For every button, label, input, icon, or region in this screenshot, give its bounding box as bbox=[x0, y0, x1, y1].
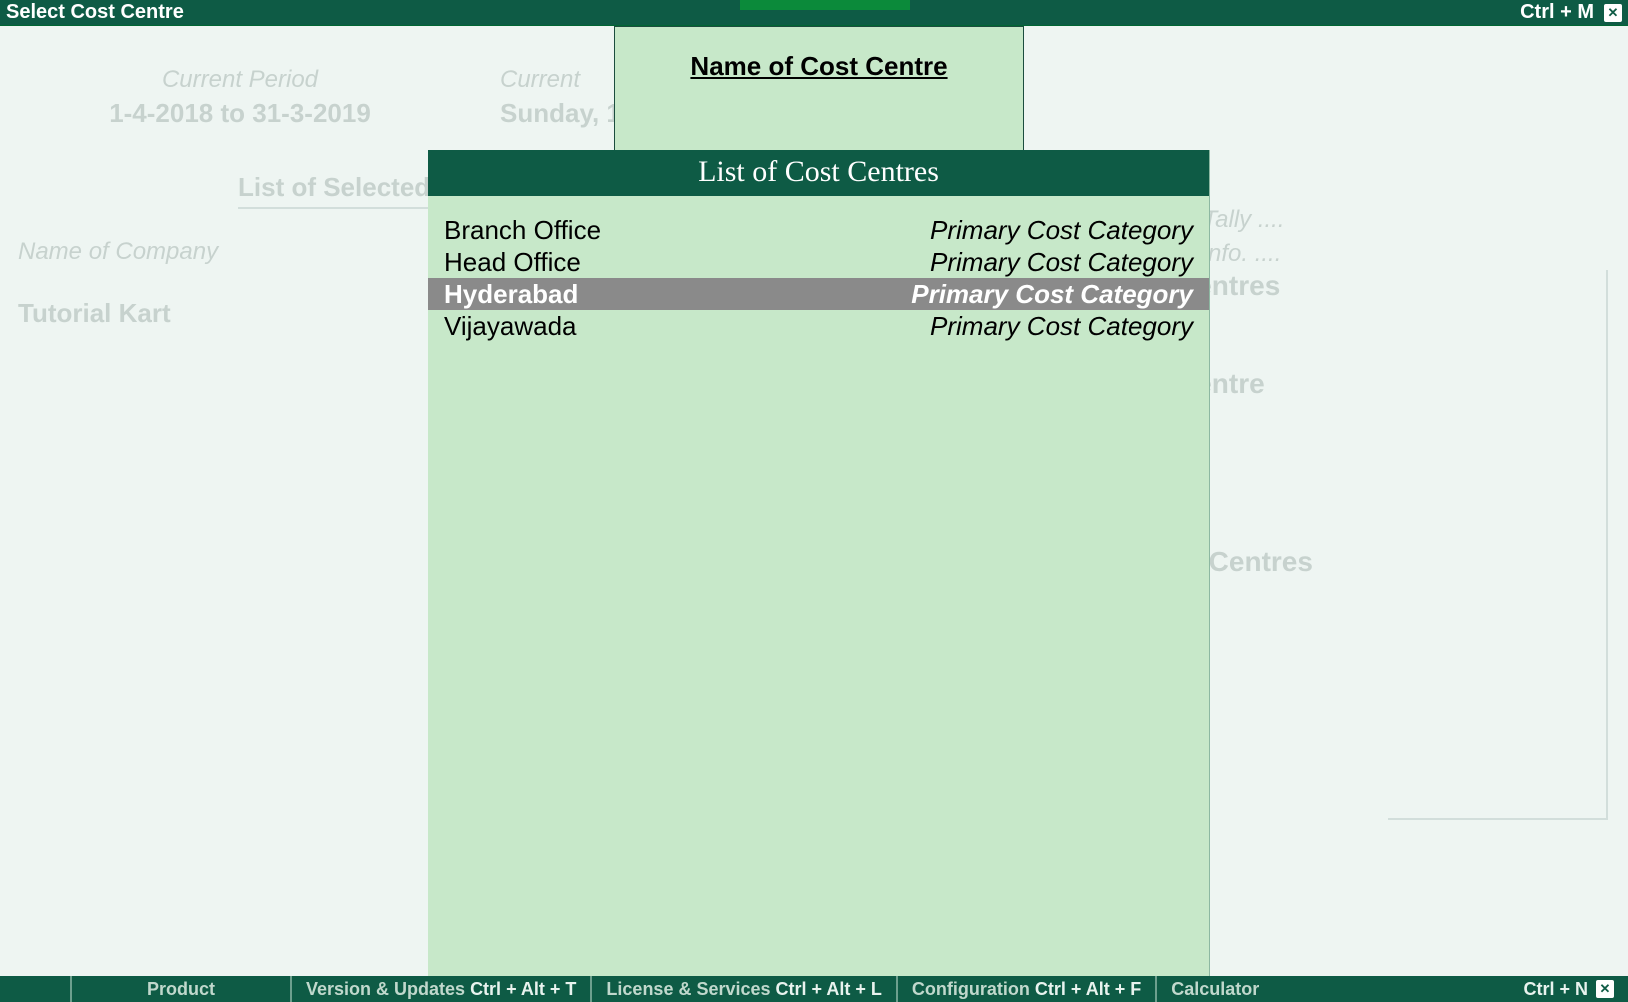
list-selected-label: List of Selected bbox=[238, 172, 430, 209]
calculator-label: Calculator bbox=[1171, 979, 1259, 1000]
title-shortcut: Ctrl + M bbox=[1520, 1, 1594, 24]
cost-centre-name: Hyderabad bbox=[444, 278, 578, 310]
license-services-button[interactable]: License & Services Ctrl + Alt + L bbox=[590, 976, 895, 1002]
configuration-hotkey: Ctrl + Alt + F bbox=[1035, 979, 1141, 1000]
product-label: Product bbox=[147, 979, 215, 1000]
cost-centre-rows: Branch Office Primary Cost Category Head… bbox=[428, 196, 1209, 342]
bg-right-panel-border bbox=[1388, 270, 1608, 820]
current-period-value: 1-4-2018 to 31-3-2019 bbox=[80, 98, 400, 129]
cost-centre-row[interactable]: Branch Office Primary Cost Category bbox=[428, 214, 1209, 246]
license-label: License & Services bbox=[606, 979, 770, 1000]
version-label: Version & Updates bbox=[306, 979, 465, 1000]
cost-centre-category: Primary Cost Category bbox=[930, 246, 1193, 278]
configuration-button[interactable]: Configuration Ctrl + Alt + F bbox=[896, 976, 1155, 1002]
cost-centre-row[interactable]: Head Office Primary Cost Category bbox=[428, 246, 1209, 278]
title-bar: Select Cost Centre Ctrl + M ✕ bbox=[0, 0, 1628, 26]
configuration-label: Configuration bbox=[912, 979, 1030, 1000]
cost-centre-name: Vijayawada bbox=[444, 310, 577, 342]
product-button[interactable]: Product bbox=[70, 976, 290, 1002]
name-of-company-label: Name of Company bbox=[18, 238, 218, 266]
cost-centre-name: Branch Office bbox=[444, 214, 601, 246]
cost-centre-category: Primary Cost Category bbox=[930, 310, 1193, 342]
ctrl-n-label: Ctrl + N bbox=[1523, 979, 1588, 1000]
company-name: Tutorial Kart bbox=[18, 298, 171, 329]
close-icon[interactable]: ✕ bbox=[1604, 4, 1622, 22]
calculator-button[interactable]: Calculator bbox=[1155, 976, 1273, 1002]
list-title: List of Cost Centres bbox=[428, 150, 1209, 196]
cost-centre-category: Primary Cost Category bbox=[911, 278, 1193, 310]
window-title: Select Cost Centre bbox=[6, 1, 184, 24]
name-of-cost-centre-panel: Name of Cost Centre bbox=[614, 26, 1024, 151]
current-period-block: Current Period 1-4-2018 to 31-3-2019 bbox=[80, 66, 400, 129]
close-icon[interactable]: ✕ bbox=[1596, 980, 1614, 998]
ctrl-n-section[interactable]: Ctrl + N ✕ bbox=[1509, 976, 1628, 1002]
bottom-bar: Product Version & Updates Ctrl + Alt + T… bbox=[0, 976, 1628, 1002]
titlebar-accent bbox=[740, 0, 910, 10]
license-hotkey: Ctrl + Alt + L bbox=[776, 979, 882, 1000]
version-updates-button[interactable]: Version & Updates Ctrl + Alt + T bbox=[290, 976, 590, 1002]
name-of-cost-centre-heading: Name of Cost Centre bbox=[615, 51, 1023, 82]
app-root: Select Cost Centre Ctrl + M ✕ Current Pe… bbox=[0, 0, 1628, 1002]
cost-centre-row[interactable]: Vijayawada Primary Cost Category bbox=[428, 310, 1209, 342]
cost-centre-name: Head Office bbox=[444, 246, 581, 278]
cost-centre-row-selected[interactable]: Hyderabad Primary Cost Category bbox=[428, 278, 1209, 310]
current-period-label: Current Period bbox=[80, 66, 400, 94]
list-of-cost-centres-panel: List of Cost Centres Branch Office Prima… bbox=[428, 150, 1210, 976]
version-hotkey: Ctrl + Alt + T bbox=[470, 979, 576, 1000]
cost-centre-category: Primary Cost Category bbox=[930, 214, 1193, 246]
